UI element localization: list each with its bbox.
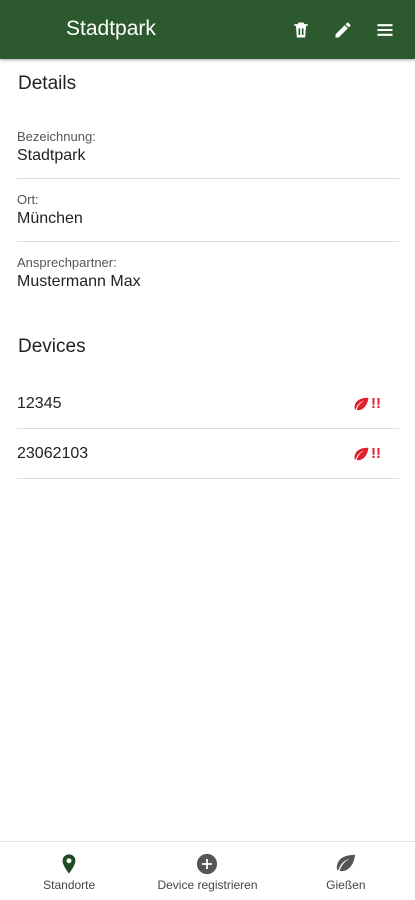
bottom-navigation: Standorte Device registrieren Gießen — [0, 841, 415, 900]
nav-label: Gießen — [326, 878, 366, 892]
edit-button[interactable] — [325, 14, 361, 46]
app-bar-actions — [283, 14, 403, 46]
device-id: 12345 — [17, 394, 62, 412]
device-status: !! — [353, 395, 381, 412]
details-heading: Details — [18, 73, 77, 94]
device-status: !! — [353, 445, 381, 462]
add-circle-icon — [197, 853, 218, 875]
field-bezeichnung: Bezeichnung: Stadtpark — [17, 129, 399, 179]
menu-button[interactable] — [367, 14, 403, 46]
leaf-alert-icon — [354, 397, 369, 410]
nav-label: Device registrieren — [157, 878, 258, 892]
menu-icon — [377, 24, 393, 36]
device-status-text: !! — [371, 395, 381, 412]
device-row[interactable]: 12345 !! — [17, 379, 399, 429]
delete-button[interactable] — [283, 14, 319, 46]
field-ansprechpartner: Ansprechpartner: Mustermann Max — [17, 255, 399, 303]
field-label: Bezeichnung: — [17, 129, 96, 144]
leaf-icon — [336, 854, 355, 872]
device-id: 23062103 — [17, 444, 89, 462]
field-value: München — [17, 210, 83, 227]
nav-item-device-registrieren[interactable]: Device registrieren — [138, 842, 276, 900]
field-value: Mustermann Max — [17, 273, 141, 290]
leaf-alert-icon — [354, 447, 369, 460]
devices-heading: Devices — [18, 336, 86, 357]
app-bar: Stadtpark — [0, 0, 415, 59]
field-label: Ort: — [17, 192, 39, 207]
device-row[interactable]: 23062103 !! — [17, 429, 399, 479]
trash-icon — [294, 22, 308, 38]
map-pin-icon — [62, 854, 76, 874]
field-ort: Ort: München — [17, 192, 399, 242]
field-value: Stadtpark — [17, 147, 86, 164]
device-status-text: !! — [371, 445, 381, 462]
nav-item-giessen[interactable]: Gießen — [277, 842, 415, 900]
nav-label: Standorte — [43, 878, 96, 892]
page-title: Stadtpark — [66, 17, 156, 40]
field-label: Ansprechpartner: — [17, 255, 117, 270]
pencil-icon — [335, 22, 351, 38]
nav-item-standorte[interactable]: Standorte — [0, 842, 138, 900]
